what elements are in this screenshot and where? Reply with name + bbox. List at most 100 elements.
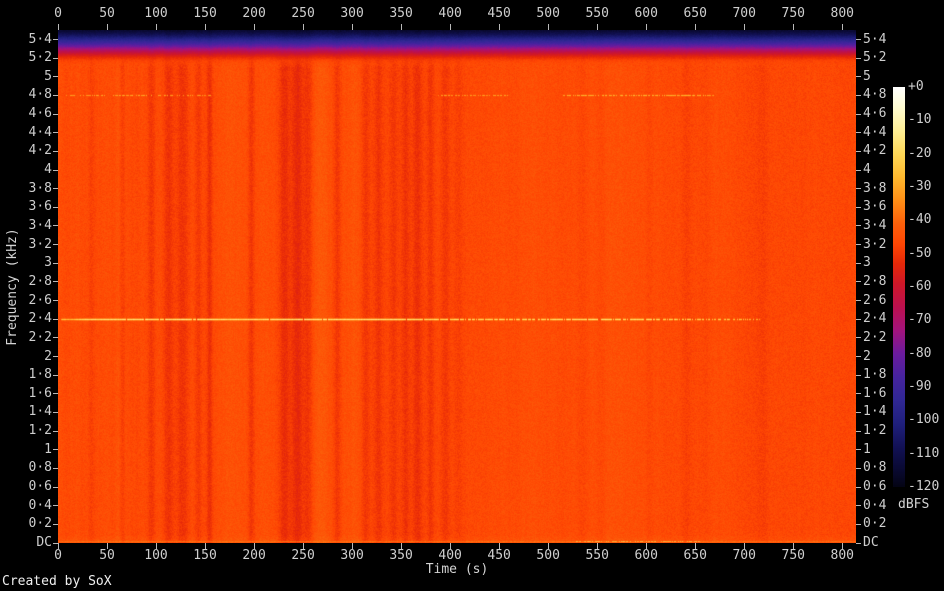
- y-axis-right-tick-label: 5·2: [863, 51, 903, 65]
- y-axis-left-tick: [53, 393, 58, 394]
- y-axis-left-tick-label: 1·6: [0, 387, 52, 401]
- colorbar-tick-label: -20: [908, 147, 944, 161]
- y-axis-left-tick: [53, 132, 58, 133]
- y-axis-right-tick: [856, 375, 861, 376]
- y-axis-left-tick: [53, 58, 58, 59]
- x-axis-top-tick: [205, 24, 206, 30]
- y-axis-left-tick: [53, 319, 58, 320]
- y-axis-left-tick: [53, 188, 58, 189]
- y-axis-left-tick-label: 1·4: [0, 405, 52, 419]
- y-axis-left-tick-label: 3·8: [0, 182, 52, 196]
- y-axis-right-tick: [856, 244, 861, 245]
- y-axis-left-tick-label: 4·4: [0, 126, 52, 140]
- y-axis-right-tick: [856, 281, 861, 282]
- colorbar-tick-label: -110: [908, 447, 944, 461]
- y-axis-right-tick: [856, 468, 861, 469]
- y-axis-left-tick-label: 2·6: [0, 294, 52, 308]
- y-axis-left-tick-label: 4·2: [0, 144, 52, 158]
- y-axis-right-tick: [856, 39, 861, 40]
- y-axis-right-tick: [856, 225, 861, 226]
- y-axis-left-tick-label: 2·8: [0, 275, 52, 289]
- y-axis-right-tick-label: 5·4: [863, 33, 903, 47]
- y-axis-right-tick: [856, 505, 861, 506]
- y-axis-right-tick: [856, 76, 861, 77]
- x-axis-top-tick: [58, 24, 59, 30]
- x-axis-top-tick: [254, 24, 255, 30]
- colorbar-tick-label: -70: [908, 313, 944, 327]
- x-axis-top-tick: [842, 24, 843, 30]
- colorbar-tick-label: -100: [908, 413, 944, 427]
- y-axis-right-tick: [856, 58, 861, 59]
- y-axis-left-tick: [53, 170, 58, 171]
- y-axis-left-tick: [53, 95, 58, 96]
- y-axis-right-tick-label: DC: [863, 536, 903, 550]
- y-axis-left-tick: [53, 375, 58, 376]
- colorbar-tick-label: +0: [908, 80, 944, 94]
- x-axis-top-tick-label: 800: [812, 7, 872, 21]
- y-axis-right-tick: [856, 170, 861, 171]
- y-axis-right-tick: [856, 300, 861, 301]
- y-axis-left-tick-label: 4·6: [0, 107, 52, 121]
- y-axis-left-tick-label: 4: [0, 163, 52, 177]
- spectrogram-canvas: [58, 30, 856, 543]
- y-axis-left-tick-label: 4·8: [0, 88, 52, 102]
- y-axis-left-tick: [53, 281, 58, 282]
- colorbar: [893, 87, 905, 487]
- y-axis-left-tick: [53, 244, 58, 245]
- y-axis-left-tick: [53, 225, 58, 226]
- y-axis-right-tick: [856, 263, 861, 264]
- y-axis-left-tick-label: 2: [0, 350, 52, 364]
- y-axis-left-tick: [53, 337, 58, 338]
- y-axis-left-tick: [53, 449, 58, 450]
- y-axis-left-tick: [53, 431, 58, 432]
- y-axis-right-tick: [856, 188, 861, 189]
- y-axis-right-tick-label: 5: [863, 70, 903, 84]
- x-axis-top-tick: [352, 24, 353, 30]
- colorbar-tick-label: -80: [908, 347, 944, 361]
- y-axis-left-tick: [53, 76, 58, 77]
- y-axis-right-tick: [856, 487, 861, 488]
- y-axis-left-tick: [53, 39, 58, 40]
- x-axis-title: Time (s): [426, 563, 489, 577]
- y-axis-left-tick-label: 0·4: [0, 499, 52, 513]
- sox-credit-text: Created by SoX: [2, 575, 112, 589]
- y-axis-right-tick: [856, 543, 861, 544]
- x-axis-top-tick: [646, 24, 647, 30]
- colorbar-tick-label: -90: [908, 380, 944, 394]
- x-axis-top-tick: [695, 24, 696, 30]
- y-axis-left-tick-label: 5·2: [0, 51, 52, 65]
- y-axis-left-tick-label: 5·4: [0, 33, 52, 47]
- y-axis-left-tick-label: DC: [0, 536, 52, 550]
- colorbar-tick-label: -30: [908, 180, 944, 194]
- y-axis-left-tick: [53, 543, 58, 544]
- y-axis-left-tick: [53, 505, 58, 506]
- y-axis-left-tick-label: 3·4: [0, 219, 52, 233]
- y-axis-right-tick: [856, 449, 861, 450]
- x-axis-top-tick: [793, 24, 794, 30]
- y-axis-right-tick: [856, 393, 861, 394]
- y-axis-left-tick-label: 3·6: [0, 200, 52, 214]
- y-axis-left-tick: [53, 114, 58, 115]
- y-axis-left-tick: [53, 207, 58, 208]
- y-axis-right-tick-label: 0·4: [863, 499, 903, 513]
- y-axis-right-tick: [856, 356, 861, 357]
- y-axis-left-tick: [53, 263, 58, 264]
- y-axis-right-tick: [856, 207, 861, 208]
- y-axis-right-tick: [856, 524, 861, 525]
- x-axis-bottom-tick-label: 800: [812, 549, 872, 563]
- y-axis-left-tick-label: 5: [0, 70, 52, 84]
- colorbar-tick-label: -10: [908, 113, 944, 127]
- colorbar-tick-label: -50: [908, 247, 944, 261]
- y-axis-left-tick-label: 1·8: [0, 368, 52, 382]
- y-axis-right-tick-label: 0·2: [863, 517, 903, 531]
- y-axis-left-tick-label: 0·6: [0, 480, 52, 494]
- y-axis-left-tick-label: 1: [0, 443, 52, 457]
- x-axis-top-tick: [450, 24, 451, 30]
- y-axis-right-tick: [856, 431, 861, 432]
- y-axis-left-tick-label: 2·4: [0, 312, 52, 326]
- y-axis-left-tick-label: 0·2: [0, 517, 52, 531]
- x-axis-top-tick: [548, 24, 549, 30]
- y-axis-left-tick: [53, 487, 58, 488]
- y-axis-right-tick: [856, 132, 861, 133]
- x-axis-top-tick: [499, 24, 500, 30]
